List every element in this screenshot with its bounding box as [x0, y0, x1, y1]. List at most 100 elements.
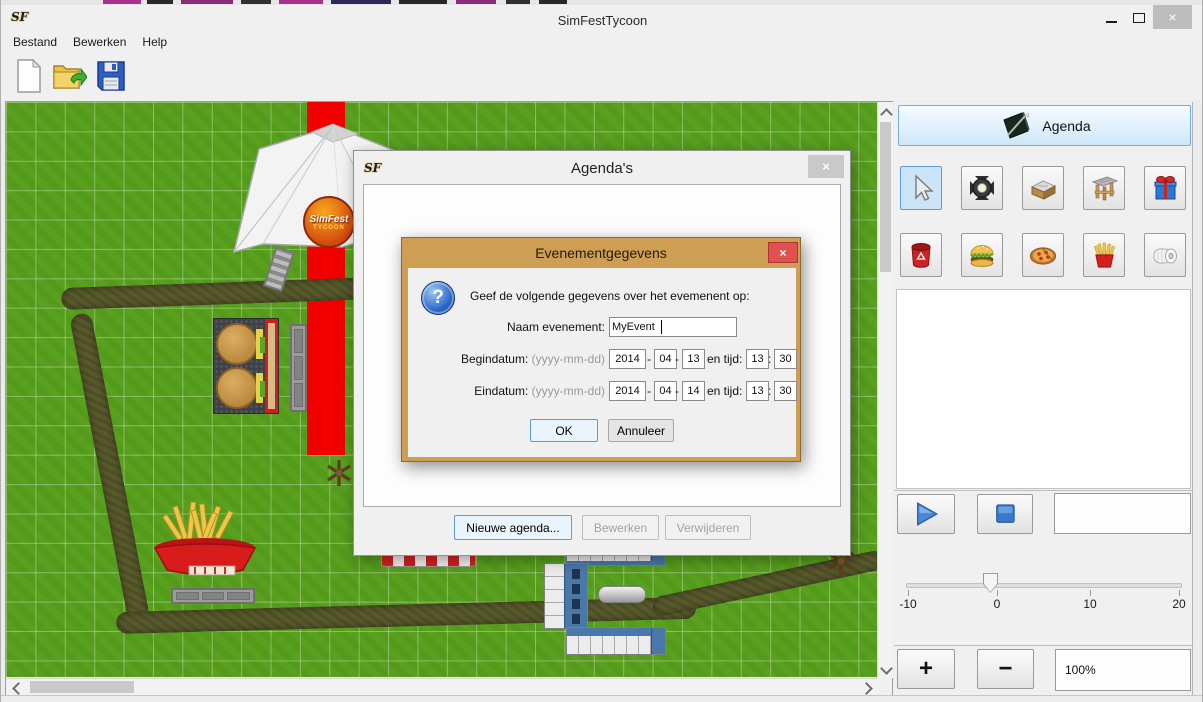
menu-bewerken[interactable]: Bewerken [73, 35, 126, 49]
ok-button[interactable]: OK [530, 419, 598, 442]
tool-toilet-roll[interactable] [1144, 233, 1186, 277]
scroll-right-icon[interactable] [860, 682, 873, 695]
new-agenda-button[interactable]: Nieuwe agenda... [454, 515, 572, 540]
scaffold-icon [1089, 173, 1120, 203]
map-vscrollbar[interactable] [877, 102, 893, 678]
event-close-button[interactable]: × [768, 242, 798, 263]
agenda-button-label: Agenda [1042, 118, 1090, 134]
scroll-up-icon[interactable] [880, 108, 893, 121]
artifact-dash [241, 0, 271, 4]
end-hour-input[interactable] [746, 381, 769, 401]
date-separator: - [675, 384, 679, 398]
menu-bestand[interactable]: Bestand [13, 35, 57, 49]
artifact-dash [506, 0, 530, 4]
agendas-close-button[interactable]: × [808, 155, 844, 178]
artifact-dash [456, 0, 496, 4]
menu-help[interactable]: Help [142, 35, 167, 49]
play-icon [911, 499, 941, 529]
burger-bottom [216, 367, 258, 409]
save-floppy-icon [95, 59, 127, 93]
burger-stand [213, 318, 279, 414]
zoom-in-button[interactable]: + [897, 649, 955, 689]
tool-gift[interactable] [1144, 166, 1186, 210]
zoom-out-button[interactable]: − [977, 649, 1034, 689]
edit-agenda-button[interactable]: Bewerken [582, 515, 659, 540]
date-format-hint: (yyyy-mm-dd) [532, 352, 605, 366]
close-icon: × [1168, 9, 1176, 25]
hamburger-icon [967, 240, 997, 270]
tool-hamburger[interactable] [961, 233, 1003, 277]
cancel-button[interactable]: Annuleer [608, 419, 674, 442]
artifact-dash [103, 0, 141, 4]
vscrollbar-thumb[interactable] [880, 122, 891, 272]
start-year-input[interactable] [609, 349, 646, 369]
end-day-input[interactable] [682, 381, 705, 401]
sidebar-separator [894, 645, 1193, 646]
close-button[interactable]: × [1153, 5, 1192, 29]
delete-agenda-label: Verwijderen [677, 521, 740, 535]
tool-spotlight[interactable] [961, 166, 1003, 210]
event-name-input[interactable] [609, 317, 737, 337]
maximize-button[interactable] [1127, 8, 1151, 27]
date-separator: - [675, 352, 679, 366]
start-minute-input[interactable] [774, 349, 797, 369]
map-hscrollbar[interactable] [6, 678, 877, 696]
window-bottom-edge [1, 695, 1203, 702]
start-time-label: en tijd: [707, 352, 742, 366]
cancel-label: Annuleer [617, 424, 665, 438]
zoom-level-value: 100% [1065, 663, 1096, 677]
save-file-button[interactable] [93, 57, 129, 95]
stage-icon [1028, 173, 1059, 203]
sidebar: Agenda [894, 102, 1193, 695]
hscrollbar-thumb[interactable] [30, 681, 134, 693]
close-icon: × [779, 246, 786, 260]
play-button[interactable] [897, 494, 955, 534]
slider-label-min: -10 [890, 597, 926, 611]
start-day-input[interactable] [682, 349, 705, 369]
slider-tick [997, 590, 998, 596]
simfest-logo-subtext: TYCOON [313, 225, 345, 231]
event-dialog-titlebar[interactable]: Evenementgegevens [402, 238, 800, 268]
end-month-input[interactable] [654, 381, 677, 401]
start-hour-input[interactable] [746, 349, 769, 369]
scroll-down-icon[interactable] [880, 662, 893, 675]
tool-trashcan[interactable] [900, 233, 942, 277]
new-file-button[interactable] [11, 57, 47, 95]
speed-slider-thumb[interactable] [983, 573, 998, 593]
date-separator: - [647, 352, 651, 366]
minimize-button[interactable] [1099, 8, 1123, 27]
ok-label: OK [555, 424, 572, 438]
sidebar-separator [894, 490, 1193, 491]
container-slot [572, 569, 580, 579]
spotlight-icon [967, 173, 997, 203]
stop-button[interactable] [977, 494, 1033, 534]
tool-select-cursor[interactable] [900, 166, 942, 210]
trashcan-icon [906, 240, 936, 270]
slider-tick [908, 590, 909, 596]
start-month-input[interactable] [654, 349, 677, 369]
artifact-dash [331, 0, 391, 4]
open-file-button[interactable] [51, 57, 87, 95]
tool-pizza[interactable] [1022, 233, 1064, 277]
tool-scaffold[interactable] [1083, 166, 1125, 210]
scroll-left-icon[interactable] [12, 682, 25, 695]
delete-agenda-button[interactable]: Verwijderen [665, 515, 751, 540]
stand-counter [265, 319, 278, 413]
container-column-left [544, 563, 588, 629]
end-minute-input[interactable] [774, 381, 797, 401]
end-year-input[interactable] [609, 381, 646, 401]
edit-agenda-label: Bewerken [594, 521, 647, 535]
tool-stage[interactable] [1022, 166, 1064, 210]
question-glyph: ? [432, 287, 444, 309]
maximize-icon [1133, 13, 1145, 23]
agenda-listbox[interactable] [896, 289, 1191, 489]
speed-slider-track[interactable] [906, 583, 1182, 588]
zoom-level-field[interactable]: 100% [1055, 649, 1191, 691]
new-document-icon [14, 58, 44, 94]
tool-fries[interactable] [1083, 233, 1125, 277]
agendas-dialog-titlebar[interactable]: SF Agenda's × [354, 151, 850, 184]
map-path-left [69, 312, 150, 622]
minimize-icon [1106, 21, 1117, 23]
slider-thumb-face [984, 574, 997, 592]
agenda-button[interactable]: Agenda [898, 105, 1191, 146]
